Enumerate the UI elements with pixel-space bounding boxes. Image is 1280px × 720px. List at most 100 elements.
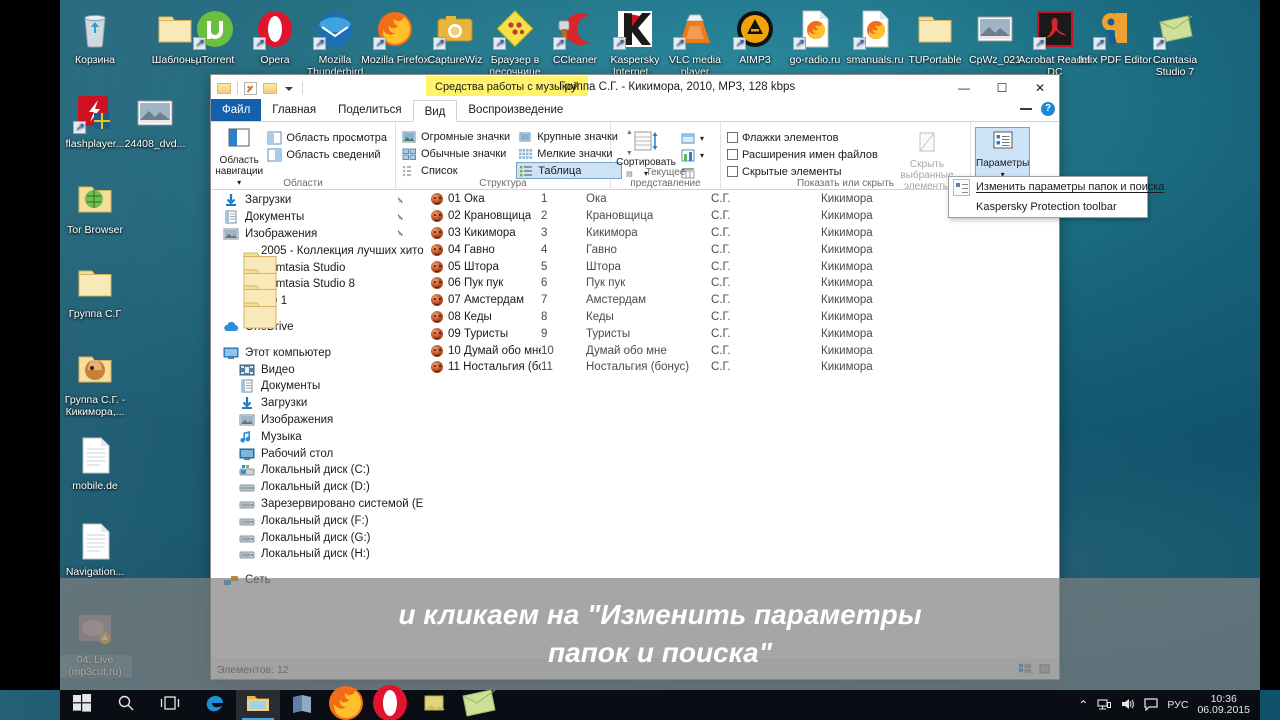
layout-option-3[interactable]: Мелкие значки	[516, 145, 622, 162]
taskbar-buttons[interactable]	[60, 684, 500, 720]
clock[interactable]: 10:36 06.09.2015	[1197, 694, 1256, 716]
maximize-icon[interactable]: ☐	[983, 75, 1021, 100]
opera-button[interactable]	[368, 684, 412, 720]
layout-option-5[interactable]: Таблица	[516, 162, 622, 179]
show-hide-checkbox-1[interactable]: Расширения имен файлов	[725, 146, 886, 163]
chevron-down-icon[interactable]: ▾	[700, 151, 704, 160]
menu-item-folder-options[interactable]: Изменить параметры папок и поиска	[949, 177, 1165, 197]
nav-item-22[interactable]: Локальный диск (H:)	[211, 546, 423, 563]
desktop[interactable]: Корзина Шаблоны ↗ µTorrent ↗ Opera ↗ Mozilla Th…	[0, 0, 1280, 720]
volume-icon[interactable]	[1120, 697, 1135, 714]
nav-item-3[interactable]: 2005 - Коллекция лучших хитов	[211, 242, 423, 279]
details-pane-item[interactable]: Область сведений	[265, 146, 391, 163]
layout-option-0[interactable]: Огромные значки	[400, 128, 514, 145]
add-columns-item[interactable]: ▾	[679, 130, 708, 147]
collapse-ribbon-icon[interactable]	[1019, 102, 1033, 116]
nav-item-16[interactable]: Рабочий стол	[211, 445, 423, 462]
nav-item-11[interactable]: Видео	[211, 361, 423, 378]
window-controls[interactable]: — ☐ ✕	[945, 75, 1059, 100]
tab-4[interactable]: Воспроизведение	[457, 99, 574, 121]
table-row[interactable]: 03 Кикимора 3 Кикимора С.Г. Кикимора	[423, 225, 1059, 242]
pin-icon[interactable]	[396, 196, 405, 205]
table-row[interactable]: 04 Гавно 4 Гавно С.Г. Кикимора	[423, 241, 1059, 258]
checkbox-icon[interactable]	[243, 80, 259, 96]
table-row[interactable]: 06 Пук пук 6 Пук пук С.Г. Кикимора	[423, 275, 1059, 292]
table-row[interactable]: 11 Ностальгия (бо...11 Ностальгия (бонус)…	[423, 359, 1059, 376]
nav-item-6[interactable]: CD 1	[211, 293, 423, 329]
nav-item-13[interactable]: Загрузки	[211, 395, 423, 412]
tab-1[interactable]: Главная	[261, 99, 327, 121]
desktop-icon[interactable]: mobile.de	[58, 434, 132, 493]
system-tray[interactable]: ⌃ РУС 10:36 06.09.2015	[1078, 690, 1256, 720]
table-row[interactable]: 10 Думай обо мне 10 Думай обо мне С.Г. Киким…	[423, 342, 1059, 359]
nav-item-1[interactable]: Документы	[211, 209, 423, 226]
minimize-icon[interactable]: —	[945, 75, 983, 100]
preview-pane-item[interactable]: Область просмотра	[265, 129, 391, 146]
size-columns-item[interactable]: ▾	[679, 147, 708, 164]
options-dropdown-menu[interactable]: Изменить параметры папок и поиска Kasper…	[948, 176, 1165, 218]
pin-icon[interactable]	[396, 229, 405, 238]
desktop-icon[interactable]: Группа С.Г	[58, 262, 132, 321]
nav-item-21[interactable]: Локальный диск (G:)	[211, 529, 423, 546]
file-explorer-button[interactable]	[236, 690, 280, 720]
help-icon[interactable]: ?	[1041, 102, 1055, 116]
table-row[interactable]: 08 Кеды 8 Кеды С.Г. Кикимора	[423, 309, 1059, 326]
nav-item-19[interactable]: Зарезервировано системой (E:)	[211, 496, 423, 513]
nav-item-2[interactable]: Изображения	[211, 226, 423, 243]
layout-option-4[interactable]: Список	[400, 162, 514, 179]
menu-item-kaspersky-toolbar[interactable]: Kaspersky Protection toolbar	[949, 197, 1147, 217]
chevron-down-icon[interactable]: ▾	[700, 134, 704, 143]
desktop-icon[interactable]: Корзина	[58, 8, 132, 67]
start-button[interactable]	[60, 690, 104, 720]
tab-0[interactable]: Файл	[211, 99, 262, 121]
language-indicator[interactable]: РУС	[1167, 699, 1188, 711]
nav-item-5[interactable]: Camtasia Studio 8	[211, 276, 423, 312]
nav-item-0[interactable]: Загрузки	[211, 192, 423, 209]
folder-icon[interactable]	[262, 80, 278, 96]
checkbox-icon[interactable]	[727, 132, 738, 143]
desktop-icon[interactable]: 24408_dvd...	[118, 92, 192, 151]
taskbar[interactable]: ⌃ РУС 10:36 06.09.2015	[60, 684, 1260, 720]
desktop-icon[interactable]: ↗ Camtasia Studio 7	[1138, 8, 1212, 78]
nav-item-14[interactable]: Изображения	[211, 412, 423, 429]
layout-option-1[interactable]: Крупные значки	[516, 128, 622, 145]
reader-button[interactable]	[280, 690, 324, 720]
ribbon-help-controls[interactable]: ?	[1019, 102, 1055, 116]
desktop-icon[interactable]: Tor Browser	[58, 178, 132, 237]
network-icon[interactable]	[1097, 697, 1112, 714]
nav-item-12[interactable]: Документы	[211, 378, 423, 395]
camtasia-button[interactable]	[456, 688, 500, 720]
nav-item-10[interactable]: Этот компьютер	[211, 344, 423, 361]
notes-button[interactable]	[412, 690, 456, 720]
tab-3[interactable]: Вид	[412, 100, 458, 122]
table-row[interactable]: 05 Штора 5 Штора С.Г. Кикимора	[423, 258, 1059, 275]
ribbon[interactable]: Область навигации ▾ Область просмотра Об…	[211, 122, 1059, 192]
nav-item-20[interactable]: Локальный диск (F:)	[211, 512, 423, 529]
action-center-icon[interactable]	[1144, 697, 1159, 714]
folder-icon[interactable]	[216, 80, 232, 96]
nav-item-17[interactable]: Локальный диск (C:)	[211, 462, 423, 479]
table-row[interactable]: 09 Туристы 9 Туристы С.Г. Кикимора	[423, 325, 1059, 342]
tab-2[interactable]: Поделиться	[327, 99, 413, 121]
desktop-icon[interactable]: Группа С.Г. - Кикимора,...	[58, 348, 132, 418]
layout-view-options[interactable]: Огромные значки Крупные значки Обычные зна…	[400, 128, 622, 179]
chevron-up-icon[interactable]: ⌃	[1078, 698, 1088, 712]
task-view-button[interactable]	[148, 690, 192, 720]
firefox-button[interactable]	[324, 685, 368, 720]
pin-icon[interactable]	[396, 213, 405, 222]
nav-item-4[interactable]: Camtasia Studio	[211, 259, 423, 296]
show-hide-checkbox-0[interactable]: Флажки элементов	[725, 129, 886, 146]
quick-access-toolbar[interactable]	[211, 80, 305, 96]
desktop-icon[interactable]: Navigation...	[58, 520, 132, 579]
options-button[interactable]: Параметры ▾	[975, 127, 1031, 182]
edge-button[interactable]	[192, 690, 236, 720]
nav-item-15[interactable]: Музыка	[211, 428, 423, 445]
table-row[interactable]: 07 Амстердам 7 Амстердам С.Г. Кикимора	[423, 292, 1059, 309]
search-button[interactable]	[104, 690, 148, 720]
layout-option-2[interactable]: Обычные значки	[400, 145, 514, 162]
ribbon-tabs[interactable]: Файл Главная Поделиться Вид Воспроизведение …	[211, 99, 1059, 122]
checkbox-icon[interactable]	[727, 149, 738, 160]
close-icon[interactable]: ✕	[1021, 75, 1059, 100]
chevron-down-icon[interactable]	[281, 80, 297, 96]
nav-item-18[interactable]: Локальный диск (D:)	[211, 479, 423, 496]
